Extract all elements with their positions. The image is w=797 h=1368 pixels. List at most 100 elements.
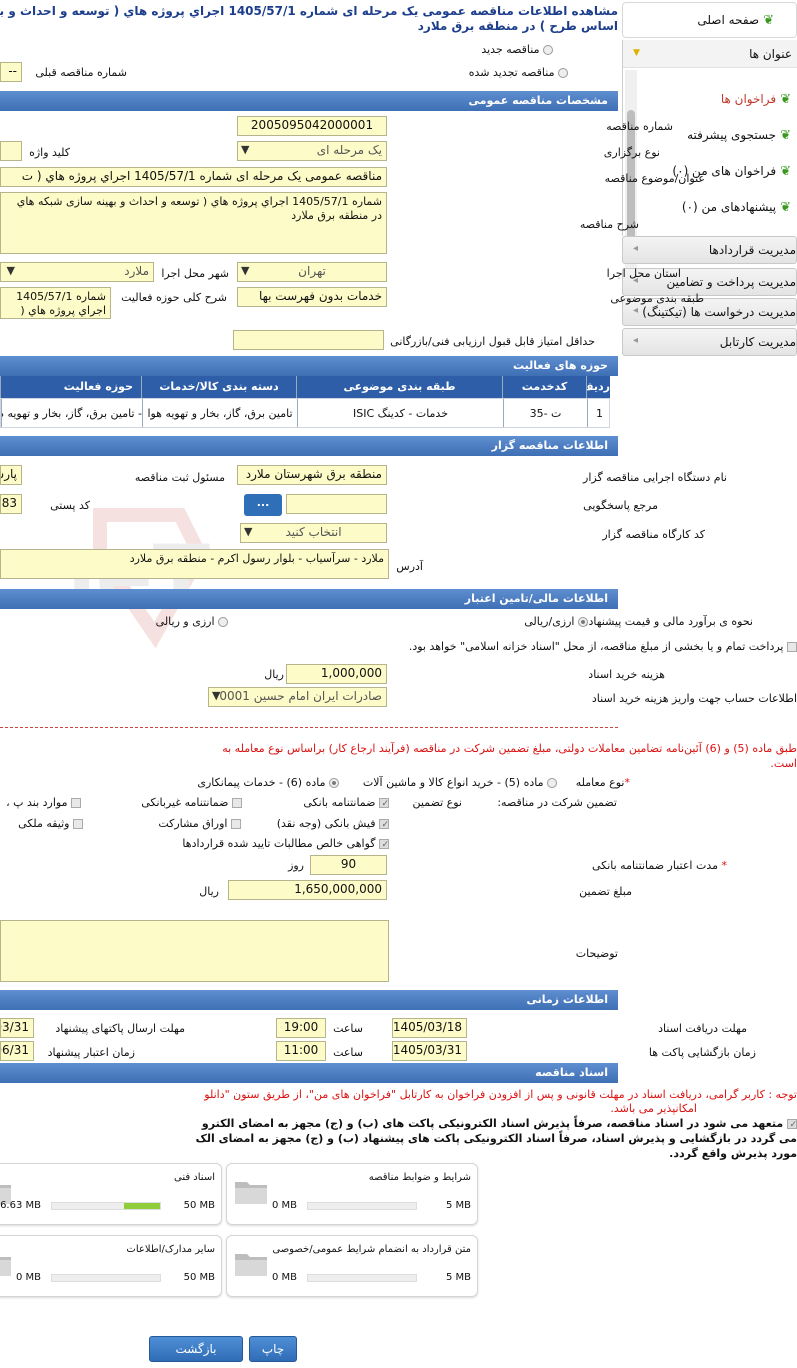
guarantee-nonbank[interactable]: ضمانتنامه غیربانکی: [141, 796, 242, 809]
guarantee-bonds[interactable]: اوراق مشارکت: [158, 817, 241, 830]
radio-icon[interactable]: [329, 778, 339, 788]
sidebar-link-tenders[interactable]: ❦فراخوان ها: [721, 92, 791, 107]
section-organizer: اطلاعات مناقصه گزار: [0, 436, 618, 456]
min-score-field[interactable]: [233, 330, 384, 350]
renewed-tender-option[interactable]: مناقصه تجدید شده: [469, 66, 568, 79]
leaf-icon: ❦: [780, 128, 791, 143]
reference-field[interactable]: [286, 494, 387, 514]
radio-icon[interactable]: [547, 778, 557, 788]
section-activity: حوزه های فعالیت: [0, 356, 618, 376]
category-field[interactable]: خدمات بدون فهرست بها: [237, 287, 387, 307]
validity-field[interactable]: 90: [310, 855, 387, 875]
org-name-field[interactable]: منطقه برق شهرستان ملارد: [237, 465, 387, 485]
send-date-field[interactable]: 03/31: [0, 1018, 34, 1038]
category-label: طبقه بندی موضوعی: [610, 292, 704, 305]
sidebar-menu-contracts[interactable]: مدیریت قراردادها ◂: [622, 236, 797, 264]
section-timing: اطلاعات زمانی: [0, 990, 618, 1010]
address-field[interactable]: ملارد - سرآسیاب - بلوار رسول اکرم - منطق…: [0, 549, 389, 579]
offer-validity-field[interactable]: 06/31: [0, 1041, 34, 1061]
guarantee-bank[interactable]: ضمانتنامه بانکی: [303, 796, 389, 809]
guarantee-amount-field[interactable]: 1,650,000,000: [228, 880, 387, 900]
org-name-label: نام دستگاه اجرایی مناقصه گزار: [583, 471, 727, 484]
file-box-other[interactable]: سایر مدارک/اطلاعات 50 MB 0 MB: [0, 1235, 222, 1297]
holding-type-select[interactable]: یک مرحله ای ▼: [237, 141, 387, 161]
checkbox-icon[interactable]: [379, 798, 389, 808]
cell-goods-class: تامین برق، گاز، بخار و تهویه هوا: [142, 399, 297, 427]
option-fx-rial[interactable]: ارزی و ریالی: [156, 615, 228, 628]
checkbox-icon[interactable]: [787, 642, 797, 652]
prev-number-field[interactable]: --: [0, 62, 22, 82]
receive-time-label: ساعت: [333, 1022, 363, 1035]
receive-time-field[interactable]: 19:00: [276, 1018, 326, 1038]
radio-icon[interactable]: [578, 617, 588, 627]
keyword-field[interactable]: [0, 141, 22, 161]
guarantee-amount-unit: ریال: [199, 885, 219, 898]
guarantee-clause[interactable]: موارد بند پ ،: [6, 796, 81, 809]
col-goods-class: دسته بندی کالا/خدمات: [141, 376, 296, 398]
deal-type-label: *نوع معامله: [575, 776, 630, 789]
sidebar-group-header[interactable]: عنوان ها ▼: [623, 40, 797, 68]
sidebar-link-advanced-search[interactable]: ❦جستجوی پیشرفته: [687, 128, 791, 143]
print-button[interactable]: چاپ: [249, 1336, 297, 1362]
sidebar-home[interactable]: ❦صفحه اصلی: [622, 2, 797, 38]
doc-cost-label: هزینه خرید اسناد: [588, 668, 665, 681]
province-select[interactable]: تهران ▼: [237, 262, 387, 282]
tender-number-field[interactable]: 2005095042000001: [237, 116, 387, 136]
workshop-code-label: کد کارگاه مناقصه گزار: [602, 528, 705, 541]
checkbox-icon[interactable]: [379, 819, 389, 829]
deal-option-6[interactable]: ماده (6) - خدمات پیمانکاری: [197, 776, 339, 789]
checkbox-icon[interactable]: [71, 798, 81, 808]
checkbox-icon[interactable]: [73, 819, 83, 829]
deal-option-5[interactable]: ماده (5) - خرید انواع کالا و ماشین آلات: [363, 776, 557, 789]
offer-validity-label: زمان اعتبار پیشنهاد: [47, 1046, 135, 1059]
description-field[interactable]: شماره 1405/57/1 اجراي پروژه هاي ( توسعه …: [0, 192, 387, 254]
radio-icon[interactable]: [218, 617, 228, 627]
opening-time-label: ساعت: [333, 1046, 363, 1059]
radio-icon[interactable]: [543, 45, 553, 55]
guarantee-claims[interactable]: گواهی خالص مطالبات تایید شده قراردادها: [182, 837, 389, 850]
file-box-conditions[interactable]: شرایط و ضوابط مناقصه 5 MB 0 MB: [226, 1163, 478, 1225]
file-progress-bar: [51, 1202, 161, 1210]
scope-field[interactable]: شماره 1405/57/1 اجراي پروژه هاي ( توسعه …: [0, 287, 111, 319]
postal-code-field[interactable]: 683: [0, 494, 22, 514]
checkbox-icon[interactable]: [231, 819, 241, 829]
doc-cost-field[interactable]: 1,000,000: [286, 664, 387, 684]
file-name: شرایط و ضوابط مناقصه: [368, 1172, 471, 1183]
subject-field[interactable]: مناقصه عمومی یک مرحله ای شماره 1405/57/1…: [0, 167, 387, 187]
radio-icon[interactable]: [558, 68, 568, 78]
file-progress-bar: [307, 1274, 417, 1282]
reference-lookup-button[interactable]: ...: [244, 494, 282, 516]
checkbox-icon[interactable]: [787, 1119, 797, 1129]
address-label: آدرس: [396, 560, 423, 573]
file-box-technical[interactable]: اسناد فنی 50 MB 16.63 MB: [0, 1163, 222, 1225]
triangle-icon: ▼: [633, 48, 640, 58]
new-tender-option[interactable]: مناقصه جدید: [481, 43, 553, 56]
city-select[interactable]: ملارد ▼: [0, 262, 154, 282]
checkbox-icon[interactable]: [379, 839, 389, 849]
cell-category: خدمات - کدینگ ISIC: [297, 399, 503, 427]
registrar-field[interactable]: پارس: [0, 465, 22, 485]
checkbox-icon[interactable]: [232, 798, 242, 808]
guarantee-property[interactable]: وثیقه ملکی: [18, 817, 83, 830]
sidebar-link-my-offers[interactable]: ❦پیشنهادهای من (۰): [682, 200, 791, 215]
receive-date-field[interactable]: 1405/03/18: [392, 1018, 467, 1038]
back-button[interactable]: بازگشت: [149, 1336, 243, 1362]
opening-date-field[interactable]: 1405/03/31: [392, 1041, 467, 1061]
sidebar-home-label: صفحه اصلی: [697, 13, 760, 27]
prev-number-label: شماره مناقصه قبلی: [35, 66, 127, 79]
leaf-icon: ❦: [780, 200, 791, 215]
workshop-code-select[interactable]: انتخاب کنید ▼: [240, 523, 387, 543]
folder-icon: [235, 1254, 267, 1276]
account-select[interactable]: صادرات ایران امام حسین 0001 ▼: [208, 687, 387, 707]
guarantee-label: تضمین شرکت در مناقصه:: [497, 796, 617, 809]
file-box-contract[interactable]: متن قرارداد به انضمام شرایط عمومی/خصوصی …: [226, 1235, 478, 1297]
guarantee-cash[interactable]: فیش بانکی (وجه نقد): [277, 817, 389, 830]
tender-number-label: شماره مناقصه: [606, 120, 673, 133]
notes-field[interactable]: [0, 920, 389, 982]
option-rial[interactable]: ارزی/ریالی: [524, 615, 588, 628]
treasury-option[interactable]: پرداخت تمام و یا بخشی از مبلغ مناقصه، از…: [409, 640, 797, 653]
sidebar-menu-cartable[interactable]: مدیریت کارتابل ◂: [622, 328, 797, 356]
col-activity-area: حوزه فعالیت: [0, 376, 141, 398]
file-max-size: 50 MB: [183, 1200, 215, 1211]
opening-time-field[interactable]: 11:00: [276, 1041, 326, 1061]
